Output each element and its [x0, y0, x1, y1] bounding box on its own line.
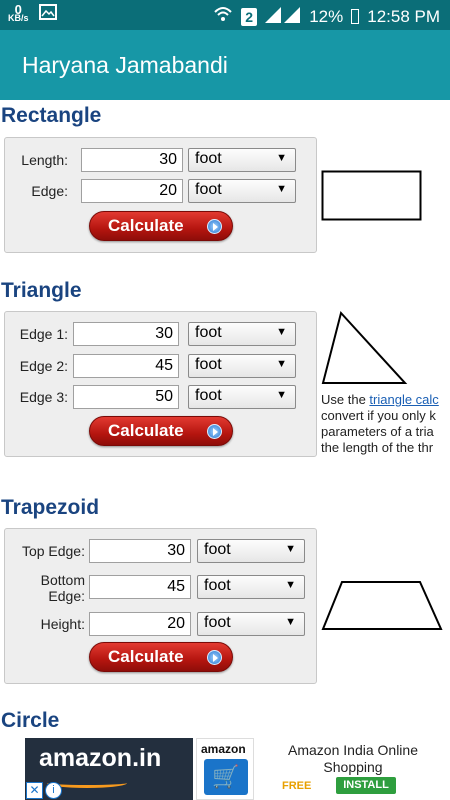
- gallery-notification-icon: [38, 4, 57, 23]
- dropdown-arrow-icon: ▼: [285, 579, 296, 591]
- app-bar: Haryana Jamabandi: [0, 30, 450, 100]
- trapezoid-shape-illustration: [321, 581, 443, 630]
- triangle-edge3-input[interactable]: 50: [73, 385, 179, 409]
- ad-install-button[interactable]: INSTALL: [336, 777, 396, 794]
- trapezoid-height-label: Height:: [40, 616, 85, 632]
- ad-app-name: Amazon India Online Shopping: [288, 742, 418, 775]
- app-title: Haryana Jamabandi: [22, 52, 228, 78]
- triangle-edge3-label: Edge 3:: [19, 389, 68, 405]
- rectangle-shape-illustration: [321, 170, 422, 221]
- battery-percent: 12%: [309, 6, 344, 26]
- go-arrow-icon: [207, 424, 222, 439]
- trapezoid-heading: Trapezoid: [1, 496, 100, 519]
- amazon-logo: amazon.in: [39, 744, 162, 772]
- rectangle-edge-unit-select[interactable]: foot ▼: [188, 179, 296, 203]
- dropdown-arrow-icon: ▼: [276, 152, 287, 164]
- rectangle-length-label: Length:: [21, 152, 68, 168]
- dropdown-arrow-icon: ▼: [285, 543, 296, 555]
- dropdown-arrow-icon: ▼: [276, 358, 287, 370]
- rectangle-panel: Length: 30 foot ▼ Edge: 20 foot ▼ Calculat…: [4, 137, 317, 253]
- status-bar: 0 KB/s 2 12% 12:58 PM: [0, 0, 450, 30]
- rectangle-length-unit-select[interactable]: foot ▼: [188, 148, 296, 172]
- trapezoid-bottom-label: Bottom Edge:: [40, 572, 85, 604]
- trapezoid-top-label: Top Edge:: [21, 543, 85, 559]
- triangle-help-text: Use the triangle calc convert if you onl…: [321, 392, 439, 455]
- triangle-edge2-input[interactable]: 45: [73, 354, 179, 378]
- wifi-icon: [213, 5, 233, 28]
- ad-info-icon[interactable]: i: [45, 782, 62, 799]
- trapezoid-top-input[interactable]: 30: [89, 539, 191, 563]
- triangle-calculate-button[interactable]: Calculate: [89, 416, 233, 446]
- ad-close-icon[interactable]: ✕: [26, 782, 43, 799]
- battery-icon: [351, 9, 360, 24]
- trapezoid-panel: Top Edge: 30 foot ▼ Bottom Edge: 45 foot ▼ …: [4, 528, 317, 684]
- trapezoid-bottom-input[interactable]: 45: [89, 575, 191, 599]
- rectangle-length-input[interactable]: 30: [81, 148, 183, 172]
- trapezoid-bottom-unit-select[interactable]: foot ▼: [197, 575, 305, 599]
- dropdown-arrow-icon: ▼: [276, 389, 287, 401]
- triangle-heading: Triangle: [1, 279, 82, 302]
- dropdown-arrow-icon: ▼: [276, 183, 287, 195]
- signal-icon: [265, 5, 301, 28]
- trapezoid-top-unit-select[interactable]: foot ▼: [197, 539, 305, 563]
- rectangle-heading: Rectangle: [1, 104, 102, 127]
- triangle-edge1-unit-select[interactable]: foot ▼: [188, 322, 296, 346]
- dropdown-arrow-icon: ▼: [285, 616, 296, 628]
- shopping-cart-icon: 🛒: [204, 759, 248, 795]
- trapezoid-height-input[interactable]: 20: [89, 612, 191, 636]
- rectangle-edge-label: Edge:: [31, 183, 68, 199]
- amazon-app-icon[interactable]: amazon 🛒: [196, 738, 254, 800]
- dropdown-arrow-icon: ▼: [276, 326, 287, 338]
- triangle-edge1-input[interactable]: 30: [73, 322, 179, 346]
- triangle-panel: Edge 1: 30 foot ▼ Edge 2: 45 foot ▼ Edge 3…: [4, 311, 317, 457]
- sim-slot-badge: 2: [241, 7, 258, 26]
- rectangle-calculate-button[interactable]: Calculate: [89, 211, 233, 241]
- circle-heading: Circle: [1, 709, 60, 732]
- network-speed: 0 KB/s: [8, 1, 29, 23]
- triangle-calculator-link[interactable]: triangle calc: [369, 392, 438, 407]
- rectangle-edge-input[interactable]: 20: [81, 179, 183, 203]
- web-content: Rectangle Length: 30 foot ▼ Edge: 20 foot…: [0, 100, 450, 800]
- trapezoid-calculate-button[interactable]: Calculate: [89, 642, 233, 672]
- triangle-edge1-label: Edge 1:: [19, 326, 68, 342]
- triangle-shape-illustration: [321, 310, 408, 384]
- go-arrow-icon: [207, 219, 222, 234]
- triangle-edge2-unit-select[interactable]: foot ▼: [188, 354, 296, 378]
- ad-banner[interactable]: amazon.in amazon 🛒 Amazon India Online S…: [0, 738, 450, 800]
- clock: 12:58 PM: [367, 6, 440, 26]
- triangle-edge2-label: Edge 2:: [19, 358, 68, 374]
- trapezoid-height-unit-select[interactable]: foot ▼: [197, 612, 305, 636]
- ad-price: FREE: [282, 780, 312, 792]
- go-arrow-icon: [207, 650, 222, 665]
- triangle-edge3-unit-select[interactable]: foot ▼: [188, 385, 296, 409]
